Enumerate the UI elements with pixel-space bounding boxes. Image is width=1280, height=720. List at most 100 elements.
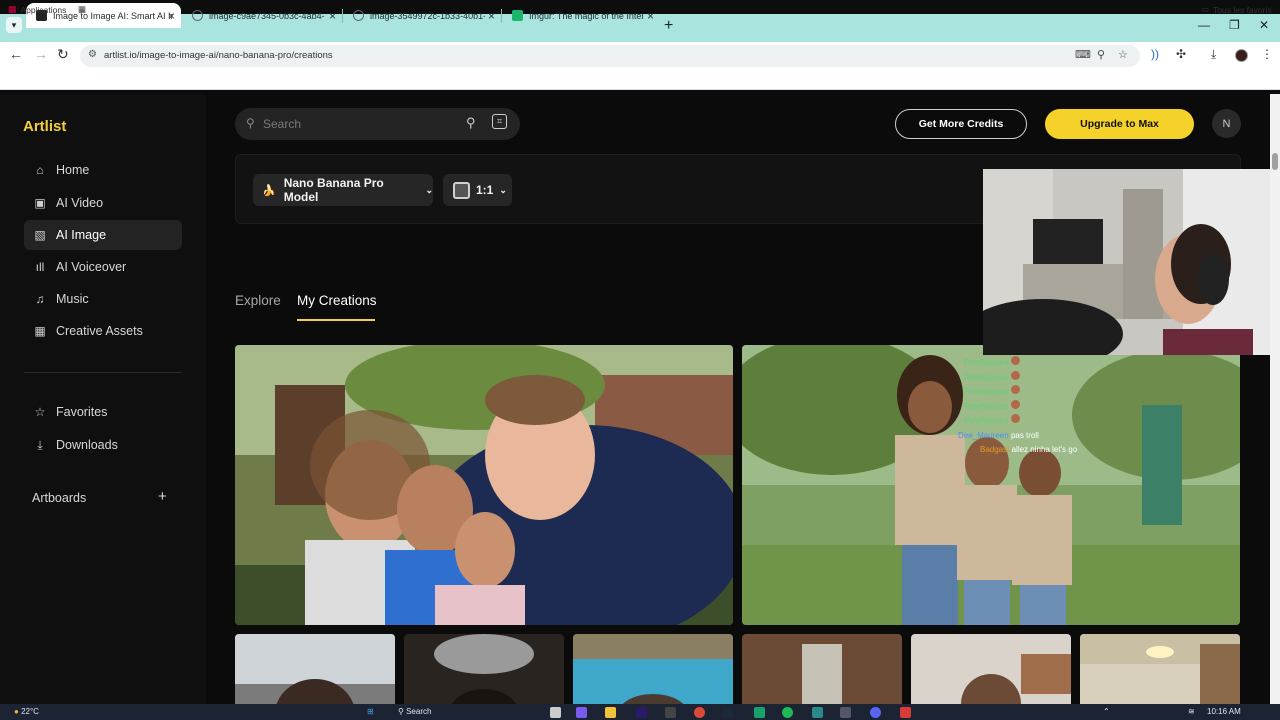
- nav-ai-image[interactable]: ▧ AI Image: [24, 220, 182, 250]
- folder-icon[interactable]: [605, 707, 616, 718]
- thumbnail-image: [235, 634, 395, 704]
- nav-home[interactable]: ⌂ Home: [24, 155, 182, 185]
- page-scrollbar[interactable]: [1270, 94, 1280, 704]
- tab-title: Image to Image AI: Smart AI Im: [53, 10, 173, 21]
- search-label: Search: [406, 707, 432, 716]
- close-tab-icon[interactable]: ×: [329, 9, 336, 23]
- profile-avatar[interactable]: [1235, 49, 1248, 62]
- app-icon[interactable]: [576, 707, 587, 718]
- bookmark-grid-icon[interactable]: ▦: [78, 4, 86, 15]
- app-icon[interactable]: [812, 707, 823, 718]
- close-tab-icon[interactable]: ×: [488, 9, 495, 23]
- reload-icon[interactable]: ↻: [57, 46, 69, 63]
- creation-thumbnail[interactable]: [235, 634, 395, 704]
- tab-title: Imgur: The magic of the Interne: [529, 10, 643, 21]
- nav-ai-voiceover[interactable]: ıll AI Voiceover: [24, 252, 182, 282]
- chat-message: PereNguyen: [958, 399, 1158, 415]
- browser-tab[interactable]: image-3549972c-1b33-40b1-af ×: [343, 3, 501, 28]
- app-icon[interactable]: [900, 707, 911, 718]
- steam-icon[interactable]: [722, 707, 733, 718]
- tab-search-button[interactable]: ▾: [6, 17, 22, 33]
- premiere-icon[interactable]: [636, 707, 647, 718]
- creation-thumbnail[interactable]: [742, 634, 902, 704]
- search-icon: ⚲: [246, 116, 255, 130]
- search-input[interactable]: ⚲ Search ⚲ ⌗: [235, 108, 520, 140]
- sidebar-divider: [24, 372, 182, 373]
- nav-label: AI Image: [56, 228, 107, 242]
- add-artboard-button[interactable]: +: [158, 488, 167, 505]
- scrollbar-thumb[interactable]: [1272, 153, 1278, 170]
- tab-my-creations[interactable]: My Creations: [297, 293, 377, 308]
- bookmark-star-icon[interactable]: ☆: [1118, 48, 1128, 61]
- creation-image[interactable]: [235, 345, 733, 625]
- nav-favorites[interactable]: ☆ Favorites: [24, 397, 182, 427]
- app-icon[interactable]: [665, 707, 676, 718]
- aspect-ratio-dropdown[interactable]: 1:1 ⌄: [443, 174, 512, 206]
- extensions-puzzle-icon[interactable]: ✣: [1176, 47, 1186, 61]
- url-text: artlist.io/image-to-image-ai/nano-banana…: [104, 50, 333, 61]
- nav-label: Music: [56, 292, 89, 306]
- thumbnail-image: [1080, 634, 1240, 704]
- stream-chat-overlay: PereNguyen PereNguyen PereNguyen PereNgu…: [958, 356, 1158, 458]
- app-icon[interactable]: [840, 707, 851, 718]
- creation-thumbnail[interactable]: [573, 634, 733, 704]
- forward-icon[interactable]: →: [34, 46, 48, 62]
- close-tab-icon[interactable]: ×: [647, 9, 654, 23]
- creation-thumbnail[interactable]: [404, 634, 564, 704]
- back-icon[interactable]: ←: [9, 46, 23, 62]
- extension-icon[interactable]: )): [1151, 47, 1159, 61]
- globe-icon: [353, 10, 364, 21]
- nav-creative-assets[interactable]: ▦ Creative Assets: [24, 316, 182, 346]
- weather-temp: 22°C: [21, 707, 39, 716]
- get-more-credits-button[interactable]: Get More Credits: [895, 109, 1027, 139]
- artlist-logo[interactable]: Artlist: [23, 118, 66, 135]
- translate-icon[interactable]: ⌨: [1075, 48, 1091, 61]
- chrome-icon[interactable]: [694, 707, 705, 718]
- nav-downloads[interactable]: ⤓ Downloads: [24, 430, 182, 460]
- restore-icon[interactable]: ❐: [1229, 18, 1240, 32]
- user-avatar[interactable]: N: [1212, 109, 1241, 138]
- image-search-icon[interactable]: ⌗: [492, 114, 507, 129]
- tray-chevron-icon[interactable]: ⌃: [1103, 707, 1110, 716]
- taskbar-search[interactable]: ⚲ Search: [398, 707, 431, 716]
- zoom-icon[interactable]: ⚲: [1097, 48, 1105, 61]
- spotify-icon[interactable]: [782, 707, 793, 718]
- sidebar: Artlist ⌂ Home ▣ AI Video ▧ AI Image ıll…: [0, 94, 206, 704]
- webcam-feed-image: [983, 169, 1280, 355]
- clock[interactable]: 10:16 AM: [1207, 707, 1241, 716]
- new-tab-button[interactable]: +: [664, 17, 673, 35]
- creation-thumbnail[interactable]: [1080, 634, 1240, 704]
- search-placeholder: Search: [263, 117, 302, 131]
- thumbnail-image: [573, 634, 733, 704]
- discord-icon[interactable]: [870, 707, 881, 718]
- model-dropdown[interactable]: 🍌 Nano Banana Pro Model ⌄: [253, 174, 433, 206]
- bookmark-apps[interactable]: ▦ Applications: [8, 4, 66, 15]
- browser-tab[interactable]: Imgur: The magic of the Interne ×: [502, 3, 660, 28]
- sun-icon: ●: [14, 707, 19, 716]
- star-icon: ☆: [34, 405, 46, 419]
- tab-explore[interactable]: Explore: [235, 293, 281, 308]
- site-info-icon[interactable]: ⚙: [88, 49, 97, 60]
- upgrade-button[interactable]: Upgrade to Max: [1045, 109, 1194, 139]
- nav-music[interactable]: ♫ Music: [24, 284, 182, 314]
- browser-tab[interactable]: image-c9ae7345-0b3c-4ab4-a7 ×: [182, 3, 342, 28]
- close-window-icon[interactable]: ✕: [1259, 18, 1269, 32]
- wifi-icon[interactable]: ≋: [1188, 707, 1195, 716]
- imgur-favicon-icon: [512, 10, 523, 21]
- app-icon[interactable]: [754, 707, 765, 718]
- close-tab-icon[interactable]: ×: [168, 9, 175, 23]
- weather-widget[interactable]: ● 22°C: [14, 707, 39, 716]
- minimize-icon[interactable]: —: [1198, 18, 1210, 32]
- search-submit-icon[interactable]: ⚲: [466, 115, 476, 131]
- download-icon[interactable]: ⤓: [1211, 47, 1216, 62]
- ratio-label: 1:1: [476, 183, 494, 197]
- omnibox[interactable]: ⚙ artlist.io/image-to-image-ai/nano-bana…: [80, 45, 1140, 67]
- windows-start-icon[interactable]: ⊞: [367, 707, 374, 716]
- menu-kebab-icon[interactable]: ⋮: [1261, 47, 1273, 61]
- nav-label: AI Voiceover: [56, 260, 127, 274]
- bookmark-all[interactable]: ▭ Tous les favoris: [1201, 4, 1272, 15]
- creation-thumbnail[interactable]: [911, 634, 1071, 704]
- nav-ai-video[interactable]: ▣ AI Video: [24, 188, 182, 218]
- app-icon[interactable]: [550, 707, 561, 718]
- nav-label: Favorites: [56, 405, 108, 419]
